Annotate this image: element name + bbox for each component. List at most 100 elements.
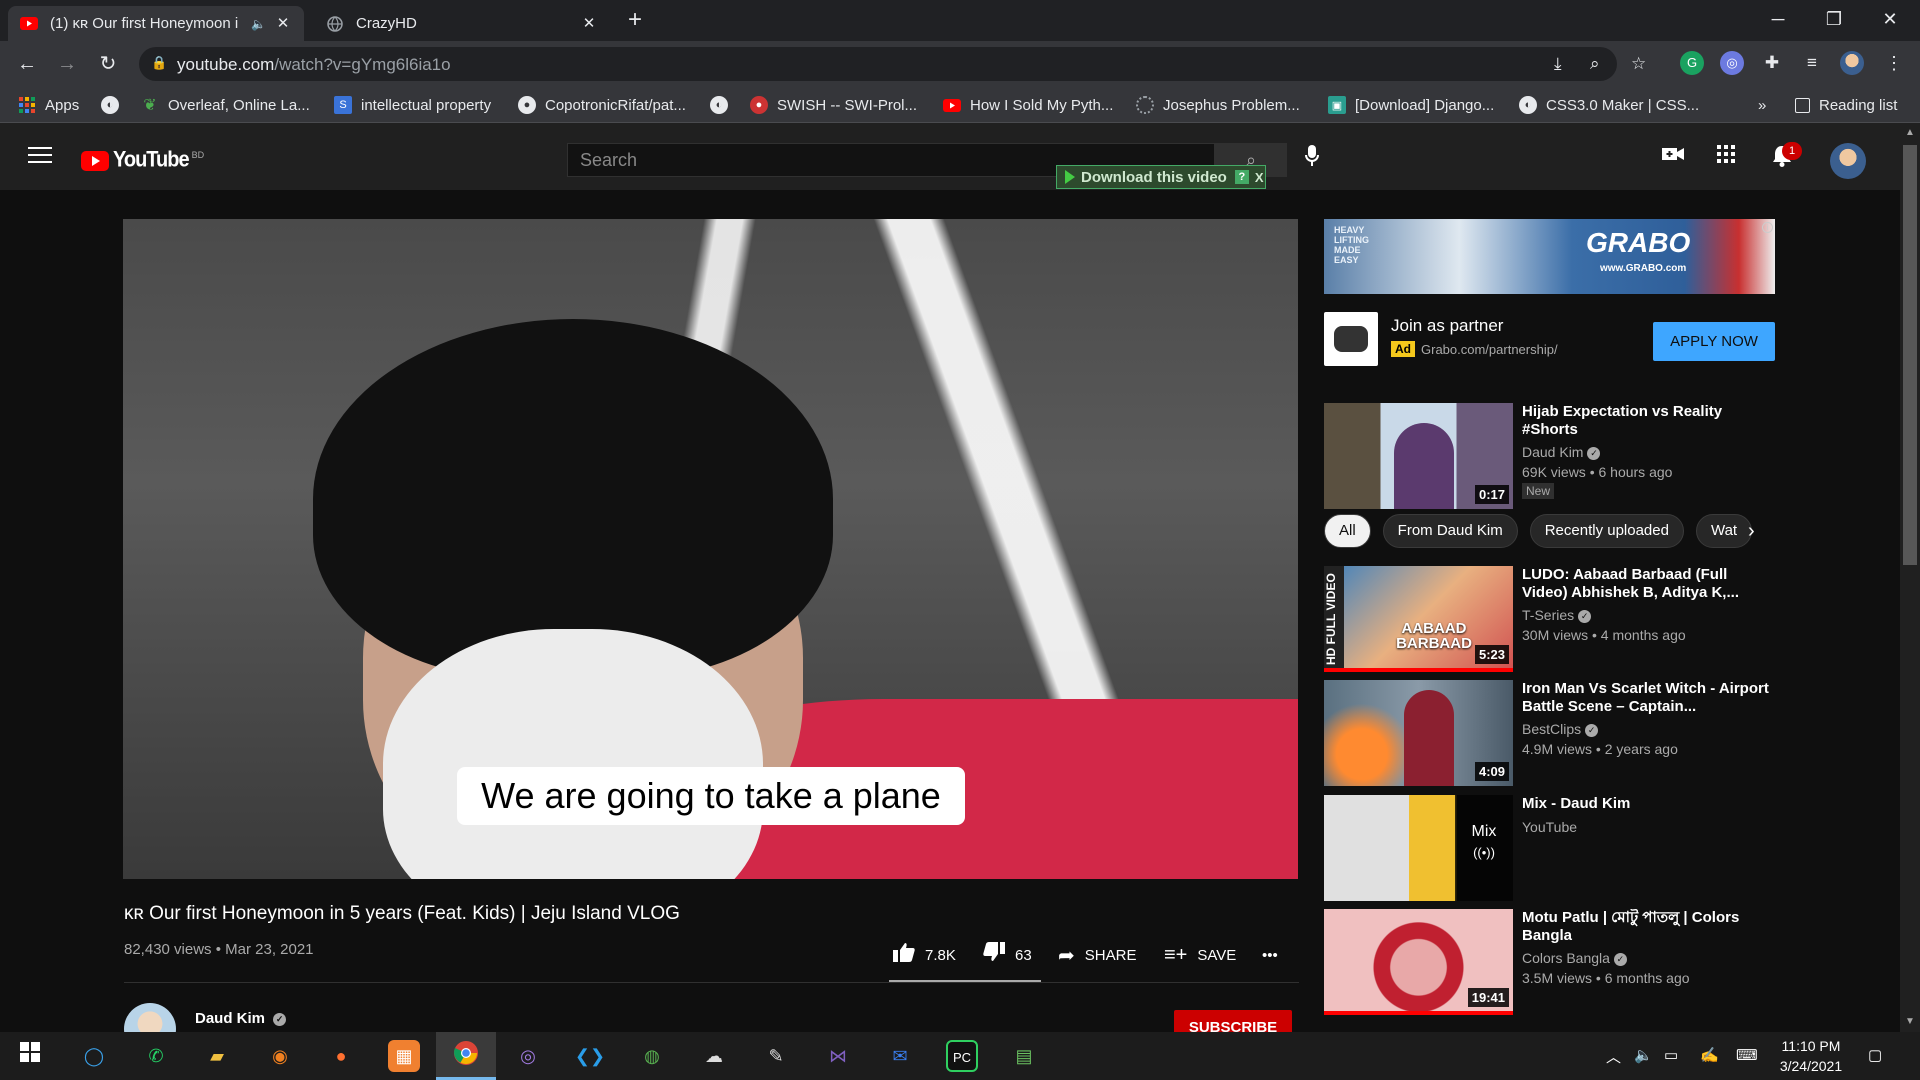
bookmark-youtube-video[interactable]: How I Sold My Pyth... (943, 95, 1113, 115)
scrollbar-thumb[interactable] (1903, 145, 1917, 565)
file-explorer-icon[interactable]: ▰ (201, 1040, 233, 1072)
share-button[interactable]: ➦ SHARE (1058, 943, 1136, 967)
app-icon[interactable]: ◉ (264, 1040, 296, 1072)
youtube-logo[interactable]: YouTube BD (81, 148, 204, 172)
chip-watched[interactable]: Wat (1695, 514, 1753, 548)
keyboard-icon[interactable]: ⌨ (1736, 1046, 1758, 1064)
browser-menu-icon[interactable]: ⋮ (1882, 51, 1906, 75)
dislike-button[interactable]: 63 (983, 942, 1032, 967)
video-title[interactable]: Iron Man Vs Scarlet Witch - Airport Batt… (1522, 680, 1772, 716)
tab-crazyhd[interactable]: CrazyHD ✕ (314, 6, 610, 41)
zoom-icon[interactable]: ⌕ (1590, 54, 1600, 74)
inkscape-icon[interactable]: ✎ (760, 1040, 792, 1072)
video-thumbnail[interactable]: HD FULL VIDEO AABAAD BARBAAD 5:23 (1324, 566, 1513, 672)
bookmark-josephus[interactable]: Josephus Problem... (1136, 95, 1300, 115)
apply-now-button[interactable]: APPLY NOW (1653, 322, 1775, 361)
video-title[interactable]: Motu Patlu | মোটু পাতলু | Colors Bangla (1522, 909, 1772, 945)
github-desktop-icon[interactable]: ◎ (512, 1040, 544, 1072)
chip-from-daud-kim[interactable]: From Daud Kim (1382, 514, 1518, 548)
network-icon[interactable]: ▭ (1664, 1046, 1678, 1064)
close-tab-icon[interactable]: ✕ (274, 15, 292, 33)
scroll-down-icon[interactable]: ▼ (1900, 1016, 1920, 1030)
page-scrollbar[interactable]: ▲ ▼ (1900, 123, 1920, 1032)
download-close-icon[interactable]: X (1255, 170, 1264, 185)
chip-all[interactable]: All (1324, 514, 1371, 548)
tray-overflow-icon[interactable]: ︿ (1606, 1046, 1621, 1067)
extension-icon[interactable]: ◎ (1720, 51, 1744, 75)
bookmarks-overflow[interactable]: » (1758, 95, 1766, 115)
recommended-video[interactable]: HD FULL VIDEO AABAAD BARBAAD 5:23 LUDO: … (1324, 566, 1784, 672)
visual-studio-icon[interactable]: ⋈ (822, 1040, 854, 1072)
volume-icon[interactable]: 🔈 (1634, 1046, 1653, 1064)
scroll-up-icon[interactable]: ▲ (1900, 127, 1920, 141)
ad-banner-image[interactable]: HEAVY LIFTING MADE EASY GRABO www.GRABO.… (1324, 219, 1775, 294)
bookmark-swish[interactable]: ● SWISH -- SWI-Prol... (750, 95, 917, 115)
channel-name[interactable]: YouTube (1522, 819, 1577, 835)
minimize-button[interactable]: ─ (1750, 0, 1806, 41)
whatsapp-icon[interactable]: ✆ (140, 1040, 172, 1072)
firefox-icon[interactable]: ● (325, 1040, 357, 1072)
restore-button[interactable]: ❐ (1806, 0, 1862, 41)
bookmark-github[interactable]: ● CopotronicRifat/pat... (518, 95, 686, 115)
close-tab-icon[interactable]: ✕ (580, 15, 598, 33)
video-title[interactable]: LUDO: Aabaad Barbaad (Full Video) Abhish… (1522, 566, 1772, 602)
video-thumbnail[interactable]: Mix ((•)) (1324, 795, 1513, 901)
channel-name[interactable]: Daud Kim ✓ (1522, 444, 1601, 460)
pen-icon[interactable]: ✍ (1700, 1046, 1719, 1064)
microphone-icon[interactable] (1305, 145, 1319, 173)
ad-info-icon[interactable]: i (1762, 222, 1773, 233)
chip-recently-uploaded[interactable]: Recently uploaded (1529, 514, 1684, 548)
download-video-button[interactable]: Download this video ? X (1056, 165, 1266, 189)
channel-name[interactable]: Daud Kim ✓ (195, 1010, 287, 1027)
recommended-video[interactable]: 19:41 Motu Patlu | মোটু পাতলু | Colors B… (1324, 909, 1784, 1015)
ad-logo-thumbnail[interactable] (1324, 312, 1378, 366)
bookmark-css-maker[interactable]: ◐ CSS3.0 Maker | CSS... (1519, 95, 1699, 115)
extensions-puzzle-icon[interactable]: ✚ (1760, 51, 1784, 75)
install-app-icon[interactable]: ⤓ (1554, 54, 1562, 74)
ad-title[interactable]: Join as partner (1391, 316, 1503, 336)
bookmark-globe[interactable]: ◐ (101, 95, 128, 115)
profile-avatar[interactable] (1840, 51, 1864, 75)
search-cortana-icon[interactable]: ◯ (78, 1040, 110, 1072)
notification-center-icon[interactable]: ▢ (1868, 1046, 1882, 1064)
apps-grid-icon[interactable] (1717, 145, 1735, 169)
channel-name[interactable]: T-Series ✓ (1522, 607, 1592, 623)
like-button[interactable]: 7.8K (893, 943, 956, 967)
app-icon-orange[interactable]: ▦ (388, 1040, 420, 1072)
windows-start-icon[interactable] (14, 1040, 46, 1072)
messenger-icon[interactable]: ✉ (884, 1040, 916, 1072)
video-thumbnail[interactable]: 19:41 (1324, 909, 1513, 1015)
url-text[interactable]: youtube.com/watch?v=gYmg6l6ia1o (177, 55, 451, 75)
video-thumbnail[interactable]: 4:09 (1324, 680, 1513, 786)
grammarly-icon[interactable]: G (1680, 51, 1704, 75)
recommended-mix[interactable]: Mix ((•)) Mix - Daud Kim YouTube (1324, 795, 1784, 901)
notepad-icon[interactable]: ▤ (1008, 1040, 1040, 1072)
bookmark-overleaf[interactable]: ❦ Overleaf, Online La... (141, 95, 309, 115)
bookmark-apps[interactable]: Apps (18, 95, 79, 115)
forward-icon[interactable]: → (53, 50, 81, 78)
save-button[interactable]: ≡+ SAVE (1164, 943, 1236, 967)
close-window-button[interactable]: ✕ (1862, 0, 1918, 41)
audio-muted-icon[interactable]: 🔈 (251, 17, 266, 31)
more-actions-button[interactable]: ••• (1262, 943, 1278, 967)
channel-name[interactable]: BestClips ✓ (1522, 721, 1599, 737)
pycharm-icon[interactable]: PC (946, 1040, 978, 1072)
reading-list[interactable]: Reading list (1795, 95, 1897, 115)
bookmark-globe-2[interactable]: ◐ (710, 95, 737, 115)
video-title[interactable]: Hijab Expectation vs Reality #Shorts (1522, 403, 1772, 439)
bookmark-intellectual-property[interactable]: S intellectual property (334, 95, 491, 115)
app-globe-icon[interactable]: ◍ (636, 1040, 668, 1072)
recommended-video[interactable]: 0:17 Hijab Expectation vs Reality #Short… (1324, 403, 1784, 509)
app-icon-gray[interactable]: ☁ (698, 1040, 730, 1072)
new-tab-button[interactable]: + (622, 8, 648, 34)
tab-youtube[interactable]: (1) ĸʀ Our first Honeymoon i 🔈 ✕ (8, 6, 304, 41)
ad-url[interactable]: Grabo.com/partnership/ (1421, 342, 1558, 357)
system-clock[interactable]: 11:10 PM 3/24/2021 (1766, 1036, 1856, 1076)
media-control-icon[interactable]: ≡ (1800, 51, 1824, 75)
video-player[interactable]: We are going to take a plane (123, 219, 1298, 879)
bookmark-star-icon[interactable]: ☆ (1631, 54, 1646, 74)
download-help-icon[interactable]: ? (1234, 170, 1249, 184)
vscode-icon[interactable]: ❮❯ (574, 1040, 606, 1072)
video-title[interactable]: Mix - Daud Kim (1522, 795, 1772, 813)
channel-name[interactable]: Colors Bangla ✓ (1522, 950, 1627, 966)
